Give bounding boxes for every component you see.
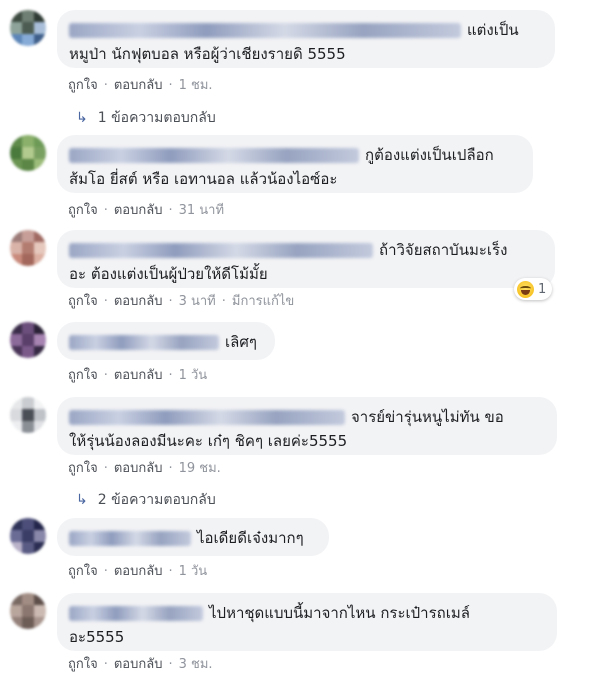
- comment-bubble: เลิศๆ: [57, 322, 275, 360]
- comment-timestamp[interactable]: 3 นาที: [179, 294, 216, 309]
- comment-actions: ถูกใจ · ตอบกลับ · 1 ชม.: [68, 78, 213, 93]
- comment-text: หมูป่า นักฟุตบอล หรือผู้ว่าเชียงรายดิ 55…: [69, 45, 346, 63]
- comment-bubble: ไอเดียดีเจ๋งมากๆ: [57, 518, 329, 556]
- reply-link[interactable]: ตอบกลับ: [114, 368, 163, 383]
- reply-link[interactable]: ตอบกลับ: [114, 461, 163, 476]
- comment-actions: ถูกใจ · ตอบกลับ · 19 ชม.: [68, 461, 221, 476]
- like-link[interactable]: ถูกใจ: [68, 368, 98, 383]
- author-name-blurred[interactable]: [69, 531, 191, 546]
- view-replies-link[interactable]: ↳ 2 ข้อความตอบกลับ: [76, 489, 216, 511]
- comment-actions: ถูกใจ · ตอบกลับ · 1 วัน: [68, 368, 208, 383]
- comment-text: กูต้องแต่งเป็นเปลือก: [365, 146, 494, 164]
- comment-text: ไปหาชุดแบบนี้มาจากไหน กระเป๋ารถเมล์: [209, 604, 470, 622]
- comment-timestamp[interactable]: 1 วัน: [179, 564, 208, 579]
- comment-bubble: ถ้าวิจัยสถาบันมะเร็ง อะ ต้องแต่งเป็นผู้ป…: [57, 230, 555, 288]
- reply-link[interactable]: ตอบกลับ: [114, 657, 163, 672]
- avatar[interactable]: [10, 322, 46, 358]
- author-name-blurred[interactable]: [69, 335, 219, 350]
- like-link[interactable]: ถูกใจ: [68, 294, 98, 309]
- comment-timestamp[interactable]: 19 ชม.: [179, 461, 221, 476]
- comment-text: เลิศๆ: [225, 333, 257, 351]
- comment-actions: ถูกใจ · ตอบกลับ · 1 วัน: [68, 564, 208, 579]
- comment-timestamp[interactable]: 1 ชม.: [179, 78, 213, 93]
- reaction-badge[interactable]: 1: [514, 278, 553, 300]
- comment-bubble: กูต้องแต่งเป็นเปลือก ส้มโอ ยี่สต์ หรือ เ…: [57, 135, 533, 193]
- like-link[interactable]: ถูกใจ: [68, 203, 98, 218]
- comment-text: ให้รุ่นน้องลองมีนะคะ เก๋ๆ ชิคๆ เลยค่ะ555…: [69, 432, 348, 450]
- author-name-blurred[interactable]: [69, 410, 345, 425]
- comment-text: จารย์ข่ารุ่นหนูไม่ทัน ขอ: [351, 408, 504, 426]
- comment-bubble: ไปหาชุดแบบนี้มาจากไหน กระเป๋ารถเมล์ อะ55…: [57, 593, 557, 651]
- reaction-count: 1: [538, 281, 547, 297]
- reply-arrow-icon: ↳: [76, 492, 88, 508]
- comment-timestamp[interactable]: 31 นาที: [179, 203, 224, 218]
- avatar[interactable]: [10, 518, 46, 554]
- comment-timestamp[interactable]: 3 ชม.: [179, 657, 213, 672]
- avatar[interactable]: [10, 230, 46, 266]
- comment-text: ถ้าวิจัยสถาบันมะเร็ง: [379, 241, 508, 259]
- author-name-blurred[interactable]: [69, 606, 203, 621]
- author-name-blurred[interactable]: [69, 148, 359, 163]
- like-link[interactable]: ถูกใจ: [68, 461, 98, 476]
- like-link[interactable]: ถูกใจ: [68, 657, 98, 672]
- comment-thread: แต่งเป็น หมูป่า นักฟุตบอล หรือผู้ว่าเชีย…: [0, 0, 600, 675]
- comment-bubble: แต่งเป็น หมูป่า นักฟุตบอล หรือผู้ว่าเชีย…: [57, 10, 555, 68]
- author-name-blurred[interactable]: [69, 243, 373, 258]
- reply-link[interactable]: ตอบกลับ: [114, 294, 163, 309]
- haha-reaction-icon: [517, 280, 534, 298]
- view-replies-link[interactable]: ↳ 1 ข้อความตอบกลับ: [76, 107, 216, 129]
- comment-bubble: จารย์ข่ารุ่นหนูไม่ทัน ขอ ให้รุ่นน้องลองม…: [57, 397, 557, 455]
- avatar[interactable]: [10, 397, 46, 433]
- comment-text: อะ5555: [69, 628, 125, 646]
- like-link[interactable]: ถูกใจ: [68, 564, 98, 579]
- avatar[interactable]: [10, 10, 46, 46]
- reply-link[interactable]: ตอบกลับ: [114, 203, 163, 218]
- like-link[interactable]: ถูกใจ: [68, 78, 98, 93]
- comment-timestamp[interactable]: 1 วัน: [179, 368, 208, 383]
- reply-link[interactable]: ตอบกลับ: [114, 564, 163, 579]
- comment-actions: ถูกใจ · ตอบกลับ · 3 นาที · มีการแก้ไข: [68, 294, 295, 309]
- reply-link[interactable]: ตอบกลับ: [114, 78, 163, 93]
- edited-label[interactable]: มีการแก้ไข: [232, 294, 294, 309]
- comment-text: แต่งเป็น: [467, 21, 519, 39]
- comment-text: ไอเดียดีเจ๋งมากๆ: [197, 529, 304, 547]
- comment-actions: ถูกใจ · ตอบกลับ · 3 ชม.: [68, 657, 213, 672]
- author-name-blurred[interactable]: [69, 23, 461, 38]
- avatar[interactable]: [10, 135, 46, 171]
- comment-text: อะ ต้องแต่งเป็นผู้ป่วยให้ดีโม้มั้ย: [69, 265, 268, 283]
- comment-text: ส้มโอ ยี่สต์ หรือ เอทานอล แล้วน้องไอซ์อะ: [69, 170, 338, 188]
- reply-arrow-icon: ↳: [76, 110, 88, 126]
- avatar[interactable]: [10, 593, 46, 629]
- comment-actions: ถูกใจ · ตอบกลับ · 31 นาที: [68, 203, 225, 218]
